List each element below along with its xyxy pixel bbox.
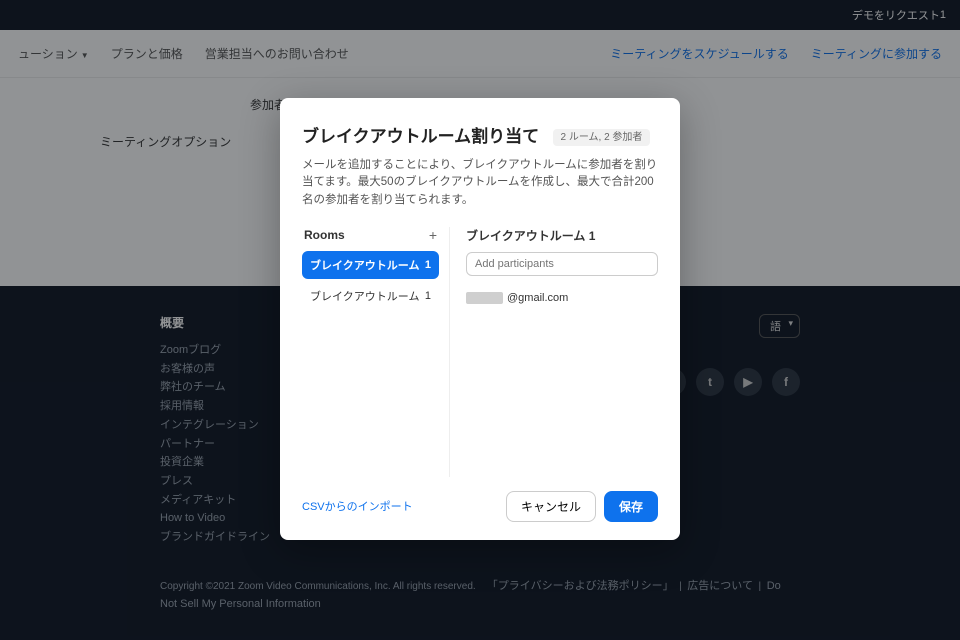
room-item-1[interactable]: ブレイクアウトルーム1: [302, 251, 439, 279]
add-room-icon[interactable]: +: [429, 227, 437, 243]
csv-import-link[interactable]: CSVからのインポート: [302, 498, 413, 514]
save-button[interactable]: 保存: [604, 491, 658, 522]
modal-badge: 2 ルーム, 2 参加者: [553, 129, 651, 146]
modal-title: ブレイクアウトルーム割り当て: [302, 122, 539, 147]
cancel-button[interactable]: キャンセル: [506, 491, 596, 522]
participant-email: xxxxxx@gmail.com: [466, 292, 658, 304]
add-participants-input[interactable]: [466, 252, 658, 276]
rooms-header: Rooms: [304, 228, 345, 242]
modal-description: メールを追加することにより、ブレイクアウトルームに参加者を割り当てます。最大50…: [302, 157, 658, 209]
room-detail-title: ブレイクアウトルーム 1: [466, 227, 658, 244]
breakout-room-modal: ブレイクアウトルーム割り当て 2 ルーム, 2 参加者 メールを追加することによ…: [280, 98, 680, 540]
room-item-2[interactable]: ブレイクアウトルーム1: [302, 282, 439, 310]
